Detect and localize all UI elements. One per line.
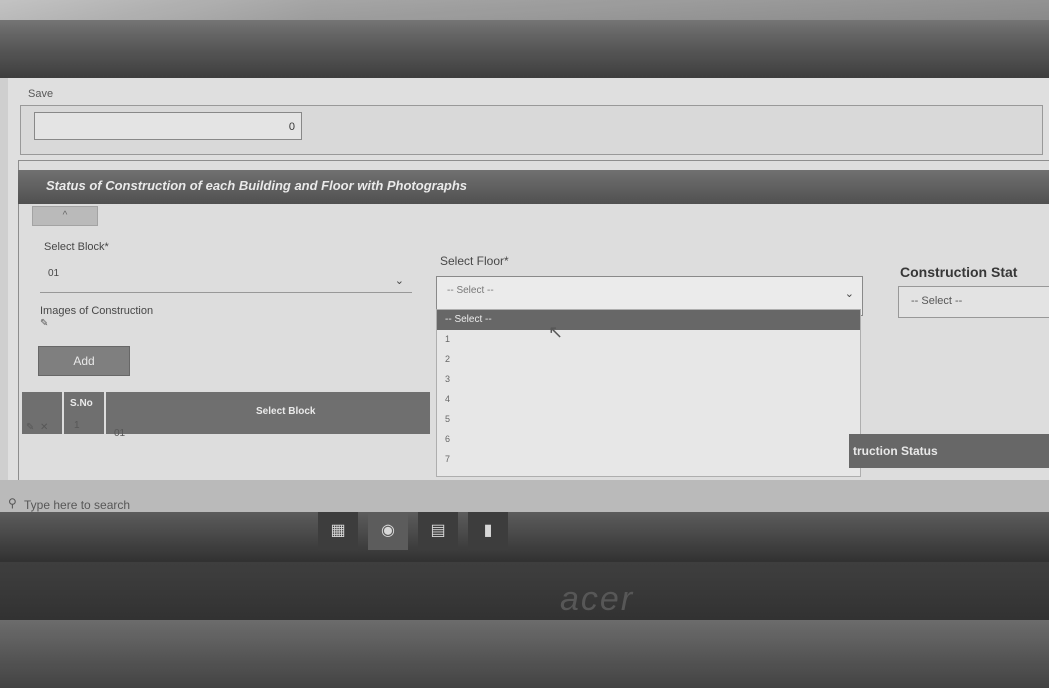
construction-status-value: -- Select -- — [911, 295, 963, 307]
edge-icon[interactable]: ◉ — [368, 512, 408, 550]
chevron-down-icon: ⌄ — [844, 288, 854, 300]
store-icon[interactable]: ▮ — [468, 512, 508, 550]
select-floor-value: -- Select -- — [447, 285, 494, 296]
save-label: Save — [28, 88, 54, 100]
task-view-icon[interactable]: ▦ — [318, 512, 358, 550]
paperclip-icon[interactable]: ✎ — [40, 318, 48, 329]
taskbar-search-strip — [0, 480, 1049, 514]
add-button[interactable]: Add — [38, 346, 130, 376]
construction-status-label: Construction Stat — [900, 264, 1018, 280]
construction-status-dropdown[interactable]: -- Select -- — [898, 286, 1049, 318]
select-block-value: 01 — [48, 268, 60, 279]
floor-option[interactable]: 5 — [437, 410, 860, 430]
floor-options-list: -- Select -- 1 2 3 4 5 6 7 — [436, 309, 861, 477]
row-block: 01 — [114, 428, 126, 439]
floor-option[interactable]: 7 — [437, 450, 860, 470]
floor-option[interactable]: -- Select -- — [437, 310, 860, 330]
images-label: Images of Construction — [40, 305, 154, 317]
monitor-brand: acer — [560, 580, 635, 618]
photo-glare — [0, 0, 1049, 20]
save-input[interactable]: 0 — [34, 112, 302, 140]
section-title: Status of Construction of each Building … — [46, 178, 468, 193]
edit-icon[interactable]: ✎ — [26, 422, 34, 433]
floor-option[interactable]: 1 — [437, 330, 860, 350]
select-block-dropdown[interactable]: 01 ⌄ — [40, 262, 412, 293]
collapse-button[interactable]: ^ — [32, 206, 98, 226]
table-row: ✎ ✕ 1 01 — [22, 420, 430, 442]
search-icon[interactable]: ⚲ — [8, 496, 17, 510]
floor-option[interactable]: 3 — [437, 370, 860, 390]
select-floor-label: Select Floor* — [440, 254, 509, 268]
delete-icon[interactable]: ✕ — [40, 422, 48, 433]
row-sno: 1 — [74, 420, 80, 431]
select-block-label: Select Block* — [44, 241, 109, 253]
floor-option[interactable]: 6 — [437, 430, 860, 450]
taskbar — [0, 512, 1049, 562]
mouse-cursor-icon: ↖ — [548, 322, 564, 342]
floor-option[interactable]: 4 — [437, 390, 860, 410]
floor-option[interactable]: 2 — [437, 350, 860, 370]
chevron-down-icon: ⌄ — [394, 275, 404, 287]
desk-surface — [0, 620, 1049, 688]
file-explorer-icon[interactable]: ▤ — [418, 512, 458, 550]
browser-top-band — [0, 0, 1049, 78]
taskbar-search-input[interactable]: Type here to search — [24, 498, 130, 512]
construction-status-column-header[interactable]: truction Status — [849, 434, 1049, 468]
